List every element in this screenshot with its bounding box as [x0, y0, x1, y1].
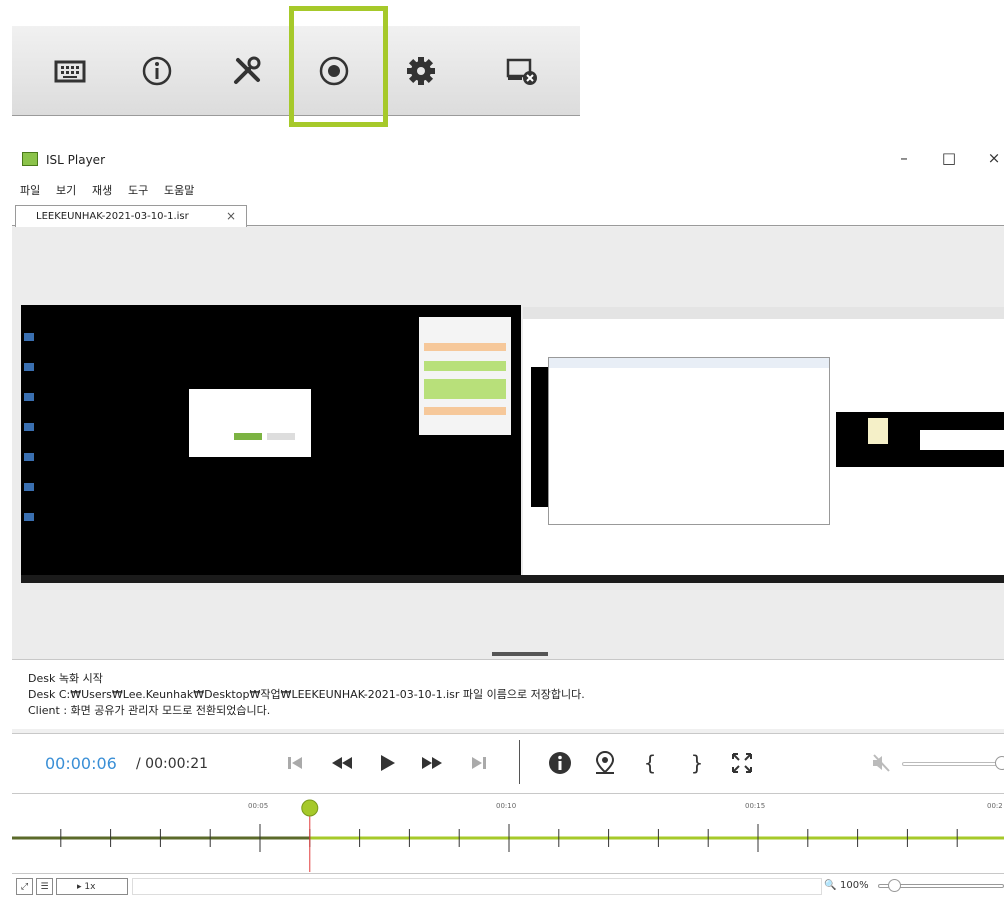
log-line-1: Desk 녹화 시작 [28, 672, 103, 685]
fullscreen-button[interactable] [727, 748, 757, 778]
rewind-icon [332, 757, 352, 769]
info-filled-icon [549, 752, 571, 774]
playback-speed-button[interactable]: ▸ 1x [56, 878, 128, 895]
tab-strip: LEEKEUNHAK-2021-03-10-1.isr × [12, 201, 1004, 227]
zoom-icon: 🔍 [824, 880, 837, 891]
log-line-3: Client : 화면 공유가 관리자 모드로 전환되었습니다. [28, 704, 271, 717]
stage: ISL Player – □ × 파일 보기 재생 도구 도움말 LEEKEUN… [0, 0, 1004, 898]
close-brace-icon: } [690, 751, 704, 775]
settings-button[interactable] [396, 46, 446, 96]
mark-start-button[interactable]: { [635, 748, 665, 778]
play-icon [381, 755, 395, 771]
playhead-knob[interactable] [301, 799, 319, 817]
record-highlight-frame [289, 6, 388, 127]
expand-icon [732, 753, 752, 773]
keyboard-button[interactable] [45, 46, 95, 96]
mark-end-button[interactable]: } [682, 748, 712, 778]
log-line-2: Desk C:₩Users₩Lee.Keunhak₩Desktop₩작업₩LEE… [28, 688, 585, 701]
timeline[interactable]: 00:05 00:10 00:15 00:2 [12, 793, 1004, 873]
resize-icon: ⤢ [20, 881, 29, 892]
menu-file[interactable]: 파일 [20, 182, 40, 198]
tools-button[interactable] [222, 46, 272, 96]
volume-slider-thumb[interactable] [995, 756, 1004, 770]
viewer-scroll-thumb[interactable] [492, 652, 548, 656]
remote-screen-left [21, 305, 521, 575]
menu-tools[interactable]: 도구 [128, 182, 148, 198]
fast-forward-button[interactable] [417, 748, 447, 778]
info-icon [142, 56, 172, 86]
skip-to-start-button[interactable] [280, 748, 310, 778]
title-bar: ISL Player – □ × [12, 143, 1004, 177]
event-log: Desk 녹화 시작 Desk C:₩Users₩Lee.Keunhak₩Des… [12, 659, 1004, 729]
skip-end-icon [472, 757, 486, 769]
info-event-button[interactable] [545, 748, 575, 778]
tools-icon [234, 56, 261, 84]
maximize-button[interactable]: □ [939, 149, 959, 167]
mute-button[interactable] [867, 748, 897, 778]
explorer-window [548, 357, 830, 525]
tab-recording-file[interactable]: LEEKEUNHAK-2021-03-10-1.isr × [15, 205, 247, 227]
window-title: ISL Player [46, 153, 105, 167]
total-time: / 00:00:21 [136, 756, 209, 772]
isl-app-icon [22, 152, 38, 166]
horizontal-scrollbar[interactable] [132, 878, 822, 895]
remote-screen-right [523, 307, 1004, 575]
play-button[interactable] [372, 748, 402, 778]
playback-controls: 00:00:06 / 00:00:21 {} [12, 733, 1004, 793]
menu-play[interactable]: 재생 [92, 182, 112, 198]
skip-start-icon [288, 757, 302, 769]
dark-panel [836, 412, 1004, 467]
monitor-close-icon [506, 58, 537, 85]
current-time: 00:00:06 [45, 754, 117, 773]
zoom-level: 100% [840, 880, 869, 891]
controls-divider [519, 740, 520, 784]
list-icon: ☰ [40, 881, 49, 892]
close-button[interactable]: × [984, 149, 1004, 167]
open-brace-icon: { [643, 751, 657, 775]
status-bar: ⤢ ☰ ▸ 1x 🔍 100% [12, 873, 1004, 898]
volume-slider[interactable] [902, 762, 1004, 766]
desktop-icons [24, 311, 34, 541]
recording-viewer [12, 227, 1004, 659]
bookmark-button[interactable] [590, 748, 620, 778]
zoom-slider-thumb[interactable] [888, 879, 901, 892]
isl-player-window: ISL Player – □ × 파일 보기 재생 도구 도움말 LEEKEUN… [12, 143, 1004, 898]
menu-bar: 파일 보기 재생 도구 도움말 [12, 177, 1004, 201]
timeline-track [12, 799, 1004, 872]
menu-help[interactable]: 도움말 [164, 182, 194, 198]
location-pin-icon [595, 750, 615, 774]
tab-close-icon[interactable]: × [226, 209, 236, 223]
chat-panel [419, 317, 511, 435]
skip-to-end-button[interactable] [464, 748, 494, 778]
dialog-window [189, 389, 311, 457]
remote-taskbar [21, 575, 1004, 583]
tab-label: LEEKEUNHAK-2021-03-10-1.isr [36, 211, 189, 222]
resize-view-button[interactable]: ⤢ [16, 878, 33, 895]
info-button[interactable] [132, 46, 182, 96]
menu-view[interactable]: 보기 [56, 182, 76, 198]
speaker-muted-icon [873, 754, 890, 772]
rewind-button[interactable] [327, 748, 357, 778]
gear-icon [407, 57, 435, 85]
disconnect-screen-button[interactable] [497, 46, 547, 96]
keyboard-icon [54, 60, 86, 83]
fast-forward-icon [422, 757, 442, 769]
list-view-button[interactable]: ☰ [36, 878, 53, 895]
minimize-button[interactable]: – [894, 149, 914, 167]
